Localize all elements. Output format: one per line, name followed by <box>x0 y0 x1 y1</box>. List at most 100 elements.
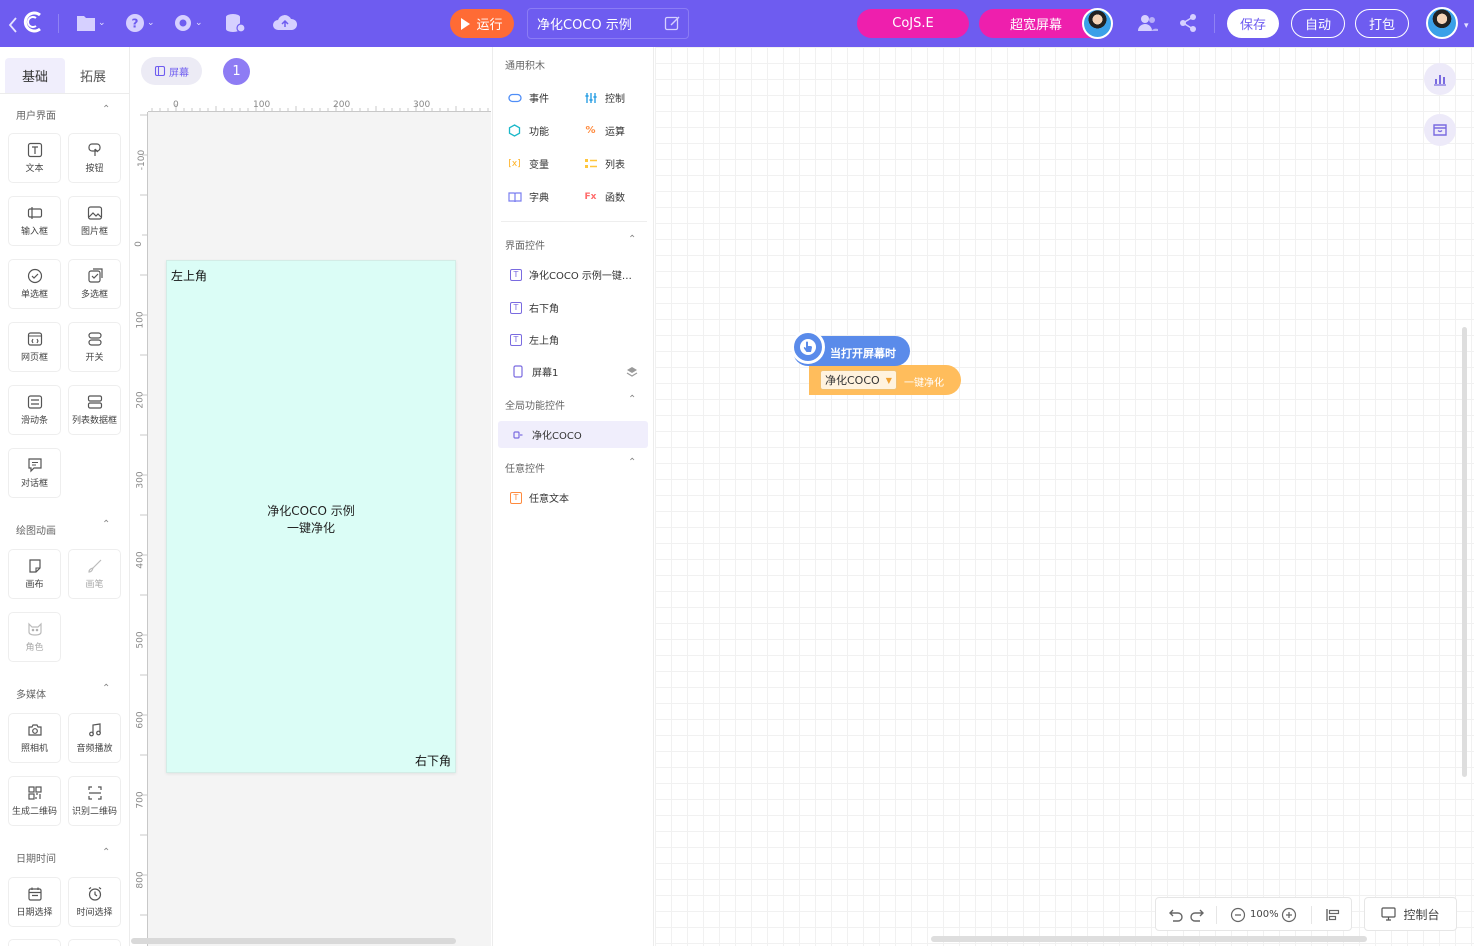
category-dictionary[interactable]: 字典 <box>507 189 549 204</box>
component-more[interactable] <box>8 939 61 946</box>
control-item[interactable]: 屏幕1 <box>510 364 558 379</box>
category-label: 事件 <box>529 94 549 105</box>
component-text[interactable]: 文本 <box>8 133 61 183</box>
logo-icon[interactable] <box>20 10 46 34</box>
help-icon[interactable]: ? ⌄ <box>125 11 155 35</box>
zoom-out-icon[interactable] <box>1230 907 1246 923</box>
component-label: 按钮 <box>85 164 104 174</box>
auto-button[interactable]: 自动 <box>1291 9 1345 38</box>
package-button[interactable]: 打包 <box>1355 9 1409 38</box>
store-button[interactable] <box>1424 114 1456 146</box>
back-icon[interactable] <box>8 13 18 37</box>
tab-basic[interactable]: 基础 <box>5 58 65 93</box>
component-checkbox[interactable]: 多选框 <box>68 259 121 309</box>
category-function[interactable]: 功能 <box>507 123 549 138</box>
undo-icon[interactable] <box>1168 907 1184 923</box>
collaborator-avatar[interactable] <box>1082 8 1113 39</box>
collapse-icon[interactable]: ⌃ <box>102 683 110 694</box>
component-qr-generate[interactable]: 生成二维码 <box>8 776 61 826</box>
component-image[interactable]: 图片框 <box>68 196 121 246</box>
design-horizontal-scrollbar[interactable] <box>131 938 456 944</box>
function-icon <box>507 123 522 138</box>
control-item[interactable]: T 净化COCO 示例一键… <box>510 267 632 282</box>
user-group-icon[interactable] <box>1137 11 1159 35</box>
component-camera[interactable]: 照相机 <box>8 713 61 763</box>
component-radio[interactable]: 单选框 <box>8 259 61 309</box>
align-left-icon[interactable] <box>1325 907 1341 923</box>
phone-icon <box>510 364 525 379</box>
control-dropdown[interactable]: 净化COCO ▼ <box>820 370 897 390</box>
ruler-vertical: -100 0 100 200 300 400 500 600 700 800 <box>131 112 148 946</box>
layers-icon[interactable] <box>626 366 638 378</box>
cloud-icon[interactable] <box>272 11 298 35</box>
component-input[interactable]: 输入框 <box>8 196 61 246</box>
component-dialog[interactable]: 对话框 <box>8 448 61 498</box>
component-button[interactable]: 按钮 <box>68 133 121 183</box>
control-label: 右下角 <box>529 304 559 315</box>
scan-icon <box>87 786 102 800</box>
code-workspace[interactable]: 净化COCO ▼ 一键净化 当打开屏幕时 100% 控制台 <box>655 47 1474 946</box>
menu-caret-icon[interactable]: ▾ <box>1462 14 1469 38</box>
control-item[interactable]: T 任意文本 <box>510 490 569 505</box>
component-audio[interactable]: 音频播放 <box>68 713 121 763</box>
control-item[interactable]: 净化COCO <box>510 427 582 442</box>
screen-number: 1 <box>232 64 241 79</box>
component-brush[interactable]: 画笔 <box>68 549 121 599</box>
component-canvas[interactable]: 画布 <box>8 549 61 599</box>
control-item[interactable]: T 右下角 <box>510 300 559 315</box>
control-item[interactable]: T 左上角 <box>510 332 559 347</box>
zoom-in-icon[interactable] <box>1281 907 1297 923</box>
control-label: 屏幕1 <box>532 368 559 379</box>
screen-selector[interactable]: 屏幕 <box>141 57 202 85</box>
tab-extended[interactable]: 拓展 <box>63 58 123 93</box>
category-list[interactable]: 列表 <box>583 156 625 171</box>
collapse-icon[interactable]: ⌃ <box>628 234 636 245</box>
cojs-button[interactable]: CoJS.E <box>857 9 969 38</box>
action-block[interactable]: 净化COCO ▼ 一键净化 <box>809 365 961 395</box>
workspace-horizontal-scrollbar[interactable] <box>931 936 1367 942</box>
component-label: 照相机 <box>20 744 48 754</box>
category-label: 控制 <box>605 94 625 105</box>
component-time-picker[interactable]: 时间选择 <box>68 877 121 927</box>
component-webview[interactable]: 网页框 <box>8 322 61 372</box>
workspace-vertical-scrollbar[interactable] <box>1462 327 1467 777</box>
chart-stats-button[interactable] <box>1424 63 1456 95</box>
collapse-icon[interactable]: ⌃ <box>102 847 110 858</box>
category-functions[interactable]: Fx 函数 <box>583 189 625 205</box>
collapse-icon[interactable]: ⌃ <box>628 394 636 405</box>
collapse-icon[interactable]: ⌃ <box>628 457 636 468</box>
share-icon[interactable] <box>1178 11 1198 35</box>
redo-icon[interactable] <box>1189 907 1205 923</box>
component-slider[interactable]: 滑动条 <box>8 385 61 435</box>
component-label: 时间选择 <box>76 908 113 918</box>
component-listview[interactable]: 列表数据框 <box>68 385 121 435</box>
label-center-line2[interactable]: 一键净化 <box>167 519 455 536</box>
project-title-field[interactable]: 净化COCO 示例 <box>527 8 689 39</box>
phone-screen-preview[interactable]: 左上角 净化COCO 示例 一键净化 右下角 <box>166 260 456 773</box>
component-sprite[interactable]: 角色 <box>8 612 61 662</box>
category-control[interactable]: 控制 <box>583 90 625 105</box>
component-date-picker[interactable]: 日期选择 <box>8 877 61 927</box>
file-icon[interactable]: ⌄ <box>76 11 106 35</box>
component-more[interactable] <box>68 939 121 946</box>
label-bottom-right[interactable]: 右下角 <box>415 752 451 769</box>
user-avatar[interactable] <box>1426 7 1458 39</box>
settings-icon[interactable]: ⌄ <box>173 11 203 35</box>
component-switch[interactable]: 开关 <box>68 322 121 372</box>
edit-icon[interactable] <box>664 15 681 32</box>
category-event[interactable]: 事件 <box>507 90 549 105</box>
category-operator[interactable]: % 运算 <box>583 123 625 138</box>
collapse-icon[interactable]: ⌃ <box>102 104 110 115</box>
category-variable[interactable]: [x] 变量 <box>507 156 549 172</box>
collapse-icon[interactable]: ⌃ <box>102 519 110 530</box>
run-button[interactable]: 运行 <box>450 9 514 38</box>
control-label: 任意文本 <box>529 494 569 505</box>
component-qr-scan[interactable]: 识别二维码 <box>68 776 121 826</box>
save-button[interactable]: 保存 <box>1227 9 1279 38</box>
label-center-line1[interactable]: 净化COCO 示例 <box>167 502 455 519</box>
screen-number-badge[interactable]: 1 <box>223 58 250 85</box>
console-button[interactable]: 控制台 <box>1364 897 1457 931</box>
label-top-left[interactable]: 左上角 <box>171 267 207 284</box>
event-block[interactable]: 当打开屏幕时 <box>791 330 910 366</box>
database-icon[interactable] <box>224 11 246 35</box>
